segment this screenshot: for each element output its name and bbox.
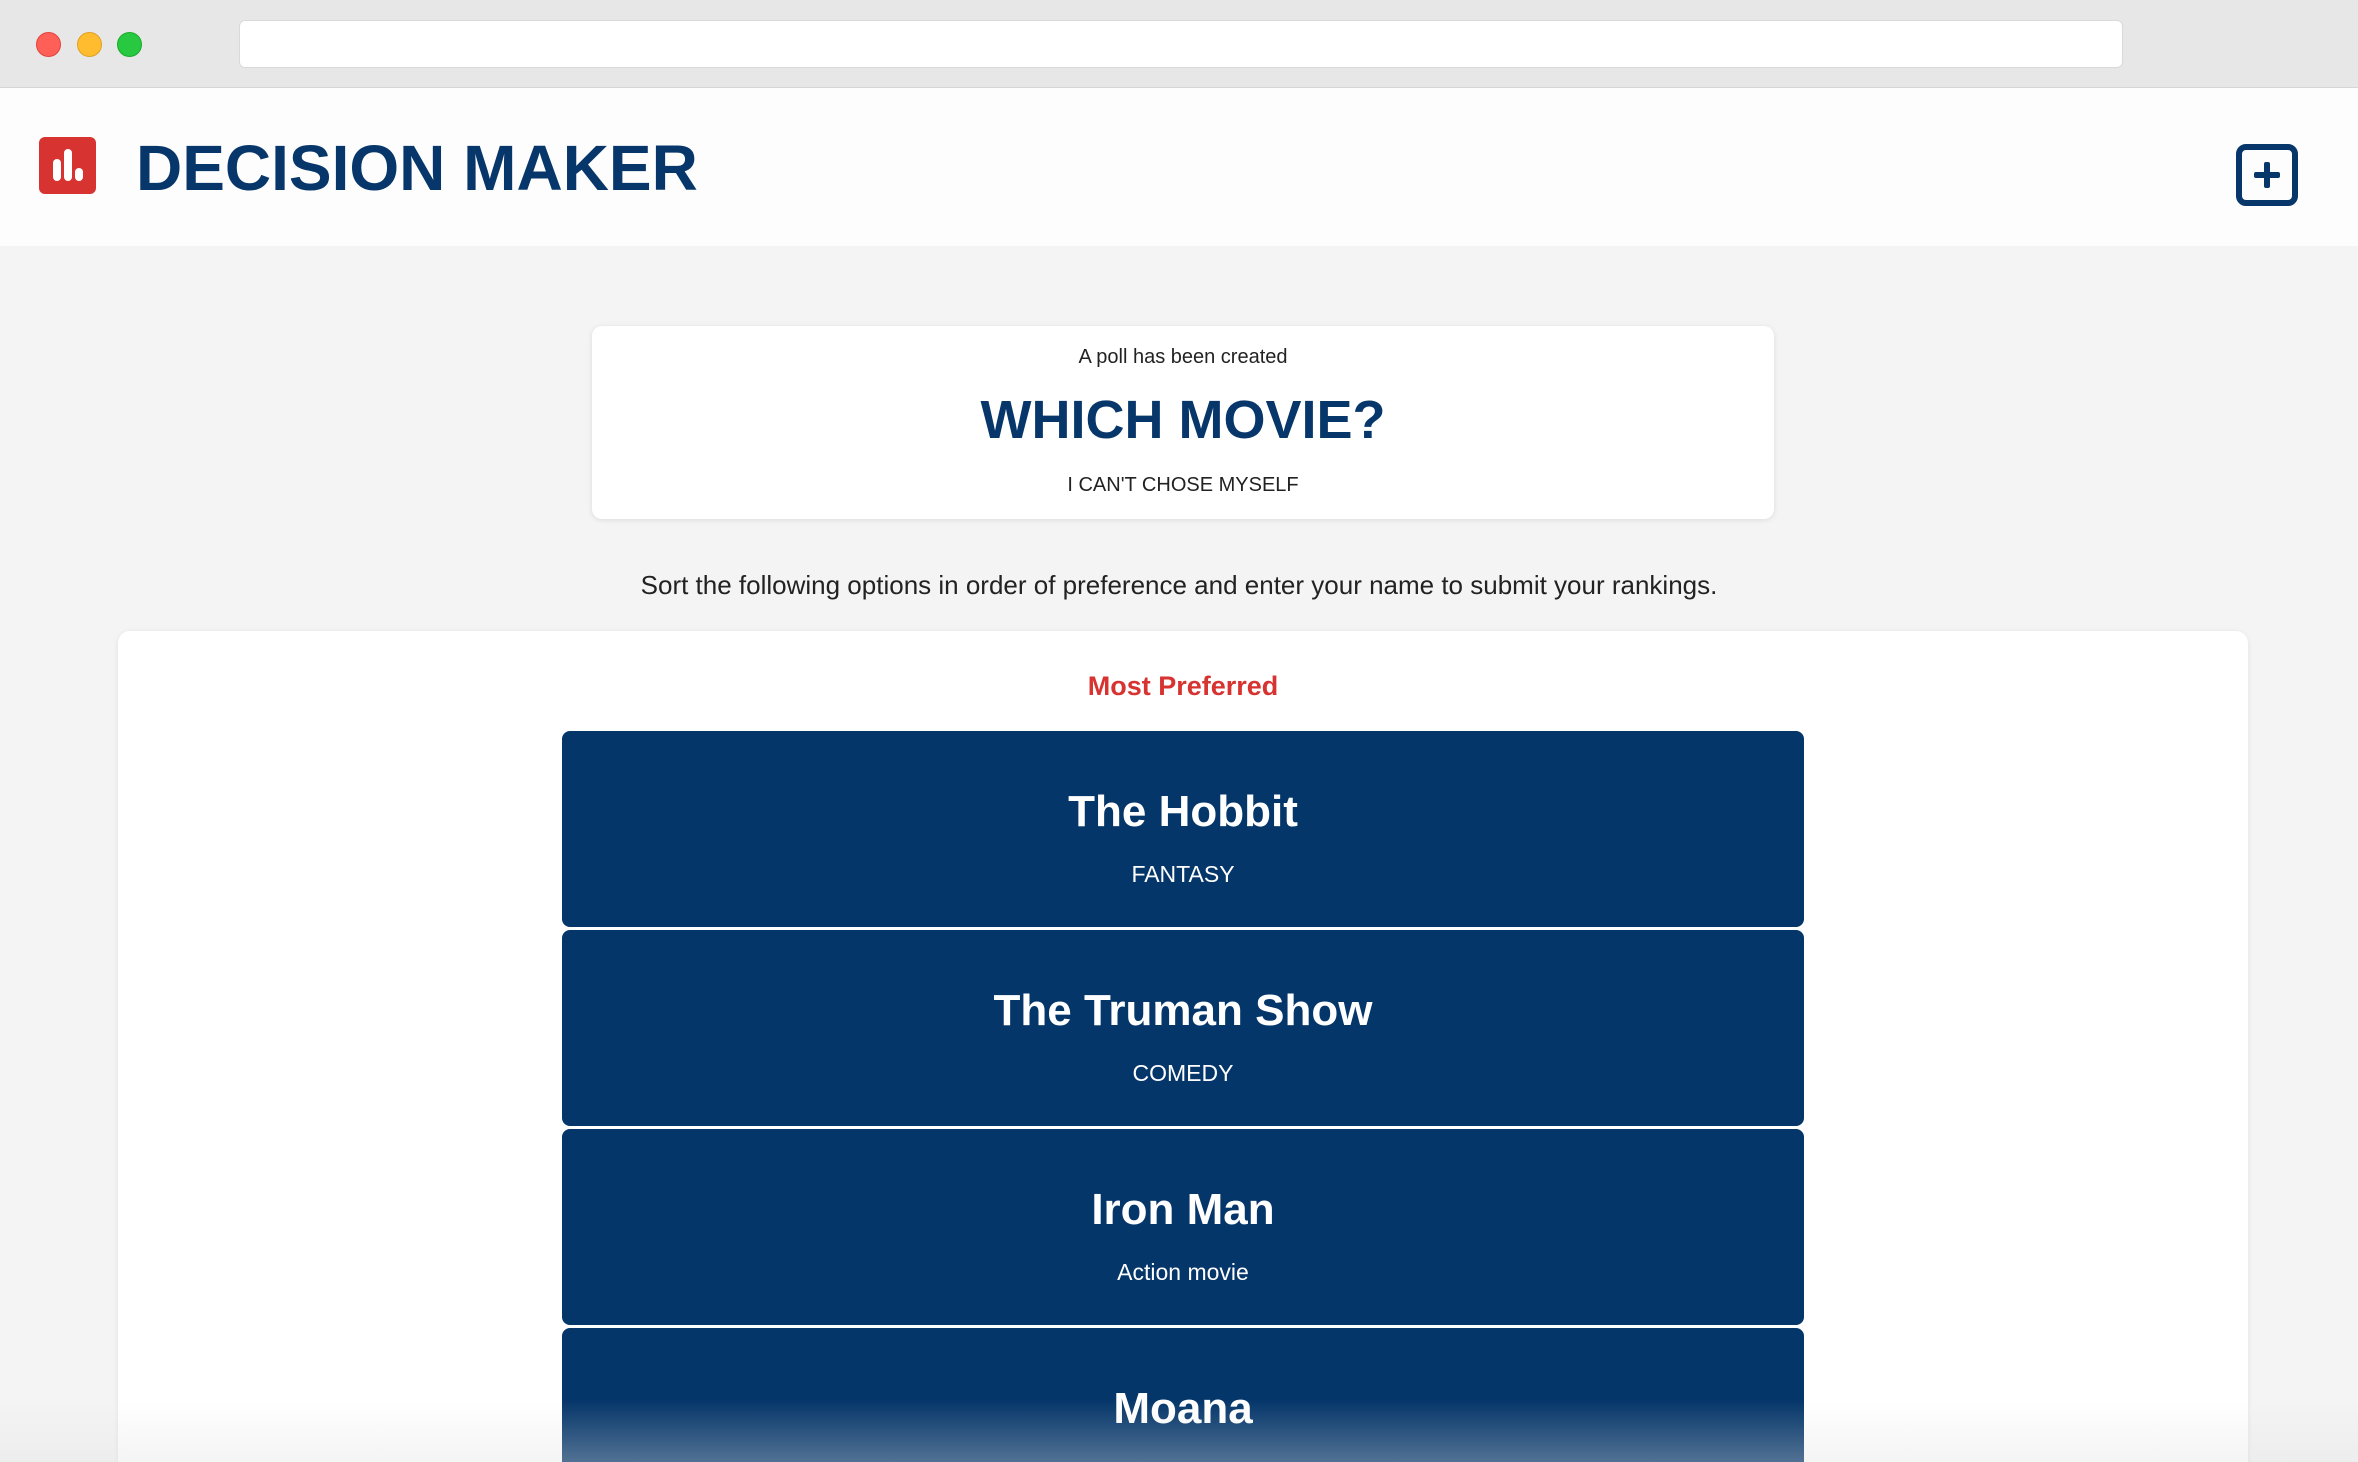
option-category: COMEDY [1132,1060,1234,1086]
ranking-panel: Most Preferred The Hobbit FANTASY The Tr… [118,631,2248,1462]
address-bar[interactable] [239,20,2123,68]
bar-chart-icon[interactable] [39,137,96,194]
browser-chrome [0,0,2358,88]
create-poll-button[interactable] [2236,144,2298,206]
app-header: DECISION MAKER [0,88,2358,246]
option-list: The Hobbit FANTASY The Truman Show COMED… [562,731,1804,1462]
option-title: Moana [1113,1384,1253,1433]
poll-created-message: A poll has been created [1078,346,1288,368]
option-card[interactable]: The Hobbit FANTASY [562,731,1804,927]
instructions-text: Sort the following options in order of p… [640,570,1718,600]
option-category: Action movie [1117,1259,1249,1285]
poll-description: I CAN'T CHOSE MYSELF [1067,474,1299,496]
option-title: The Hobbit [1068,787,1298,836]
close-window-button[interactable] [36,32,61,57]
option-card[interactable]: The Truman Show COMEDY [562,930,1804,1126]
most-preferred-label: Most Preferred [1087,671,1279,701]
minimize-window-button[interactable] [77,32,102,57]
poll-title: WHICH MOVIE? [980,390,1386,450]
option-category: FANTASY [1131,861,1235,887]
option-card[interactable]: Iron Man Action movie [562,1129,1804,1325]
option-title: Iron Man [1091,1185,1275,1234]
poll-summary-card: A poll has been created WHICH MOVIE? I C… [592,326,1774,519]
option-card[interactable]: Moana [562,1328,1804,1462]
brand-title[interactable]: DECISION MAKER [136,132,698,204]
maximize-window-button[interactable] [117,32,142,57]
option-title: The Truman Show [993,986,1373,1035]
